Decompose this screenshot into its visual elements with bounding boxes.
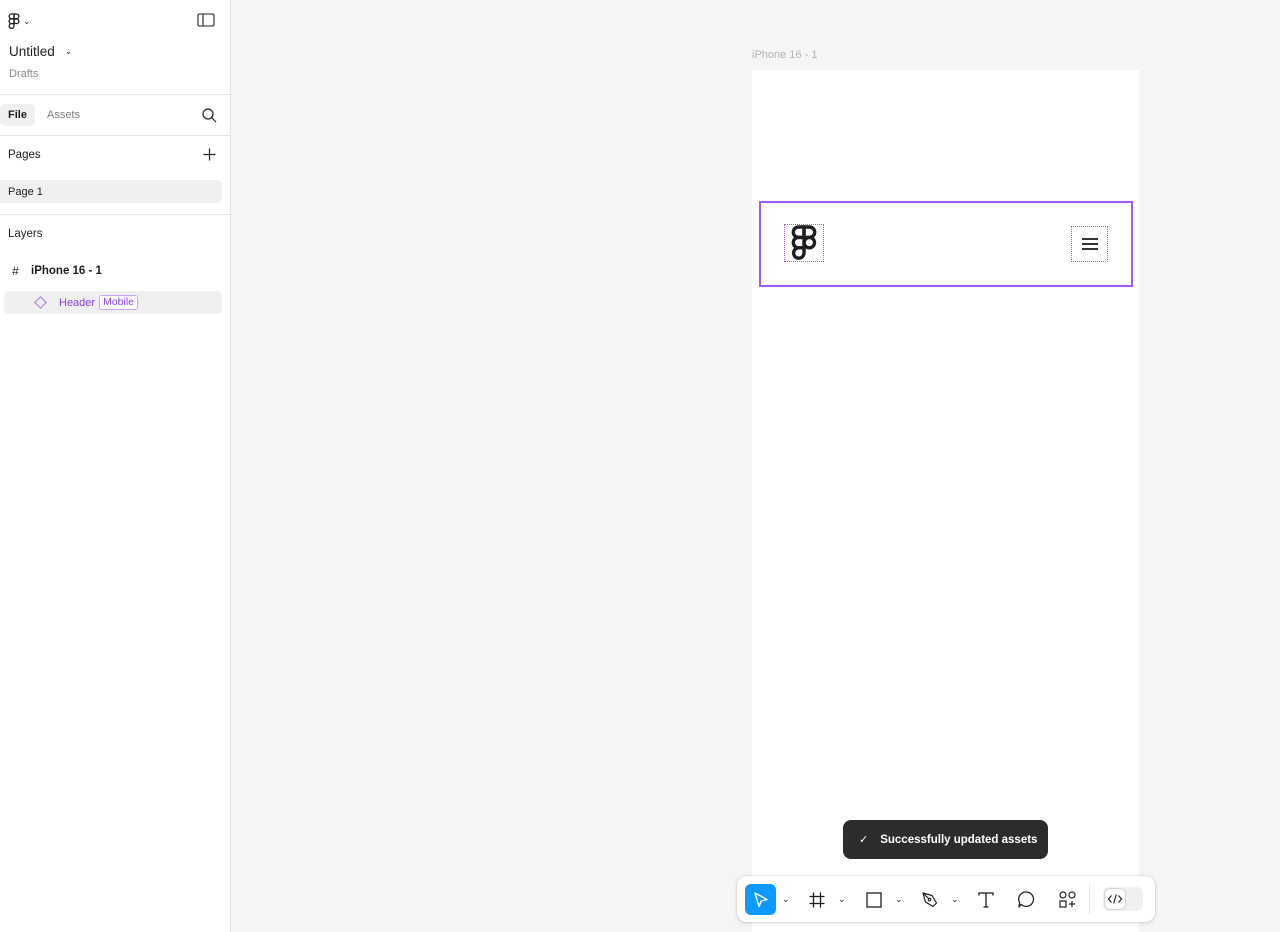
dev-mode-toggle-knob <box>1105 889 1125 909</box>
tab-file[interactable]: File <box>0 104 35 126</box>
shape-tool-button[interactable] <box>862 884 886 915</box>
toolbar-divider <box>1089 884 1090 914</box>
move-tool-button[interactable] <box>745 884 776 915</box>
figma-logo-icon <box>791 225 817 260</box>
hamburger-menu-button[interactable] <box>1071 226 1108 262</box>
page-item[interactable]: Page 1 <box>0 180 222 203</box>
divider <box>0 135 230 136</box>
text-tool-button[interactable] <box>974 884 998 915</box>
toast-message: Successfully updated assets <box>880 833 1038 846</box>
pen-tool-button[interactable] <box>918 884 942 915</box>
toast-notification: ✓ Successfully updated assets <box>843 820 1048 859</box>
phone-frame[interactable] <box>752 70 1139 932</box>
sidebar-toggle-icon[interactable] <box>197 12 216 28</box>
chevron-down-icon: ⌄ <box>64 46 73 56</box>
code-icon <box>1107 894 1123 904</box>
divider <box>0 214 230 215</box>
frame-tool-button[interactable] <box>805 884 829 915</box>
frame-label[interactable]: iPhone 16 - 1 <box>752 49 817 61</box>
dev-mode-toggle[interactable] <box>1103 887 1143 911</box>
header-logo[interactable] <box>784 224 824 262</box>
chevron-down-icon[interactable]: ⌄ <box>895 894 903 905</box>
chevron-down-icon: ⌄ <box>23 15 31 26</box>
search-icon[interactable] <box>201 107 218 124</box>
layer-frame-item[interactable]: # iPhone 16 - 1 <box>0 260 222 282</box>
resources-icon <box>1058 891 1076 908</box>
sidebar-topbar: ⌄ <box>0 0 230 40</box>
chevron-down-icon[interactable]: ⌄ <box>782 894 790 905</box>
file-location: Drafts <box>9 68 39 80</box>
figma-logo-icon <box>8 12 20 29</box>
divider <box>0 94 230 95</box>
chevron-down-icon[interactable]: ⌄ <box>838 894 846 905</box>
main-menu-button[interactable]: ⌄ <box>8 10 38 32</box>
text-icon <box>978 891 994 908</box>
file-title: Untitled <box>9 44 55 59</box>
frame-icon: # <box>12 264 19 278</box>
comment-tool-button[interactable] <box>1014 884 1038 915</box>
file-title-button[interactable]: Untitled ⌄ <box>9 44 72 59</box>
layer-frame-label: iPhone 16 - 1 <box>31 265 102 277</box>
check-icon: ✓ <box>859 834 869 846</box>
cursor-icon <box>753 891 768 907</box>
hamburger-menu-icon <box>1081 238 1098 250</box>
actions-tool-button[interactable] <box>1055 884 1079 915</box>
component-icon <box>34 296 47 309</box>
bottom-toolbar: ⌄ ⌄ ⌄ ⌄ <box>737 876 1155 922</box>
chevron-down-icon[interactable]: ⌄ <box>951 894 959 905</box>
frame-icon <box>809 892 825 907</box>
tab-assets[interactable]: Assets <box>39 104 88 126</box>
page-item-label: Page 1 <box>8 185 43 198</box>
left-sidebar: ⌄ Untitled ⌄ Drafts File Assets Pages Pa… <box>0 0 231 932</box>
rectangle-icon <box>866 891 882 908</box>
pen-icon <box>922 891 938 907</box>
add-page-icon[interactable] <box>202 147 217 162</box>
layer-component-label: Header <box>59 296 96 309</box>
layer-component-item[interactable]: Header Mobile <box>4 291 222 314</box>
variant-badge: Mobile <box>99 295 139 310</box>
layers-heading: Layers <box>8 228 43 240</box>
comment-icon <box>1017 891 1034 908</box>
pages-heading: Pages <box>8 149 41 161</box>
